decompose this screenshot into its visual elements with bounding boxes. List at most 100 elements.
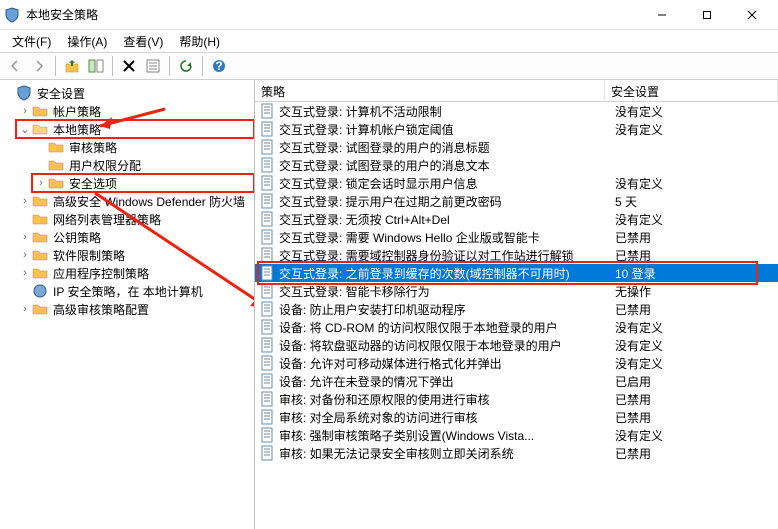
tree-ipsec[interactable]: IP 安全策略，在 本地计算机	[16, 282, 254, 300]
policy-row[interactable]: 交互式登录: 需要 Windows Hello 企业版或智能卡已禁用	[255, 228, 778, 246]
policy-row[interactable]: 设备: 允许在未登录的情况下弹出已启用	[255, 372, 778, 390]
chevron-right-icon[interactable]: ›	[34, 177, 48, 189]
policy-row[interactable]: 交互式登录: 无须按 Ctrl+Alt+Del没有定义	[255, 210, 778, 228]
policy-row[interactable]: 交互式登录: 需要域控制器身份验证以对工作站进行解锁已禁用	[255, 246, 778, 264]
chevron-down-icon[interactable]: ⌄	[18, 123, 32, 136]
policy-name: 交互式登录: 计算机不活动限制	[279, 103, 609, 120]
menu-file[interactable]: 文件(F)	[4, 31, 59, 52]
policy-row[interactable]: 交互式登录: 试图登录的用户的消息文本	[255, 156, 778, 174]
policy-row[interactable]: 设备: 允许对可移动媒体进行格式化并弹出没有定义	[255, 354, 778, 372]
policy-name: 交互式登录: 计算机帐户锁定阈值	[279, 121, 609, 138]
policy-icon	[259, 103, 275, 119]
chevron-right-icon[interactable]: ›	[18, 249, 32, 261]
maximize-button[interactable]	[684, 0, 729, 29]
policy-icon	[259, 301, 275, 317]
policy-row[interactable]: 交互式登录: 之前登录到缓存的次数(域控制器不可用时)10 登录	[255, 264, 778, 282]
policy-setting: 没有定义	[609, 103, 778, 120]
tree-security-options[interactable]: › 安全选项	[32, 174, 254, 192]
policy-row[interactable]: 交互式登录: 计算机帐户锁定阈值没有定义	[255, 120, 778, 138]
tree-defender[interactable]: › 高级安全 Windows Defender 防火墙	[16, 192, 254, 210]
tree-netlist[interactable]: 网络列表管理器策略	[16, 210, 254, 228]
tree-account-policies[interactable]: › 帐户策略	[16, 102, 254, 120]
back-button[interactable]	[4, 55, 26, 77]
policy-setting: 没有定义	[609, 319, 778, 336]
show-hide-tree-button[interactable]	[85, 55, 107, 77]
folder-icon	[48, 139, 64, 155]
folder-icon	[32, 229, 48, 245]
policy-icon	[259, 445, 275, 461]
app-icon	[4, 7, 20, 23]
policy-setting: 已禁用	[609, 229, 778, 246]
tree-local-policies[interactable]: ⌄ 本地策略	[16, 120, 254, 138]
policy-name: 交互式登录: 需要 Windows Hello 企业版或智能卡	[279, 229, 609, 246]
list-body[interactable]: 交互式登录: 计算机不活动限制没有定义交互式登录: 计算机帐户锁定阈值没有定义交…	[255, 102, 778, 529]
tree-label: 安全设置	[35, 85, 87, 102]
tree-audit-policy[interactable]: 审核策略	[32, 138, 254, 156]
refresh-button[interactable]	[175, 55, 197, 77]
chevron-right-icon[interactable]: ›	[18, 303, 32, 315]
policy-icon	[259, 175, 275, 191]
folder-icon	[32, 103, 48, 119]
policy-row[interactable]: 交互式登录: 锁定会话时显示用户信息没有定义	[255, 174, 778, 192]
policy-name: 设备: 允许对可移动媒体进行格式化并弹出	[279, 355, 609, 372]
policy-setting: 无操作	[609, 283, 778, 300]
tree-root[interactable]: 安全设置	[0, 84, 254, 102]
help-button[interactable]: ?	[208, 55, 230, 77]
policy-icon	[259, 319, 275, 335]
list-header: 策略 安全设置	[255, 80, 778, 102]
folder-icon	[32, 211, 48, 227]
policy-name: 交互式登录: 锁定会话时显示用户信息	[279, 175, 609, 192]
folder-icon	[32, 301, 48, 317]
folder-open-icon	[32, 121, 48, 137]
policy-row[interactable]: 交互式登录: 试图登录的用户的消息标题	[255, 138, 778, 156]
policy-row[interactable]: 交互式登录: 智能卡移除行为无操作	[255, 282, 778, 300]
shield-icon	[32, 283, 48, 299]
policy-name: 审核: 强制审核策略子类别设置(Windows Vista...	[279, 427, 609, 444]
tree-softrest[interactable]: › 软件限制策略	[16, 246, 254, 264]
up-button[interactable]	[61, 55, 83, 77]
menu-action[interactable]: 操作(A)	[59, 31, 115, 52]
policy-name: 交互式登录: 智能卡移除行为	[279, 283, 609, 300]
policy-row[interactable]: 交互式登录: 提示用户在过期之前更改密码5 天	[255, 192, 778, 210]
policy-icon	[259, 211, 275, 227]
column-policy[interactable]: 策略	[255, 80, 605, 101]
menu-help[interactable]: 帮助(H)	[171, 31, 228, 52]
policy-icon	[259, 229, 275, 245]
column-setting[interactable]: 安全设置	[605, 80, 778, 101]
policy-icon	[259, 427, 275, 443]
policy-setting: 没有定义	[609, 211, 778, 228]
policy-row[interactable]: 设备: 防止用户安装打印机驱动程序已禁用	[255, 300, 778, 318]
policy-row[interactable]: 审核: 对全局系统对象的访问进行审核已禁用	[255, 408, 778, 426]
policy-row[interactable]: 设备: 将软盘驱动器的访问权限仅限于本地登录的用户没有定义	[255, 336, 778, 354]
menu-view[interactable]: 查看(V)	[115, 31, 171, 52]
chevron-right-icon[interactable]: ›	[18, 231, 32, 243]
policy-row[interactable]: 审核: 强制审核策略子类别设置(Windows Vista...没有定义	[255, 426, 778, 444]
policy-row[interactable]: 设备: 将 CD-ROM 的访问权限仅限于本地登录的用户没有定义	[255, 318, 778, 336]
policy-icon	[259, 283, 275, 299]
policy-icon	[259, 337, 275, 353]
policy-setting: 没有定义	[609, 427, 778, 444]
policy-setting: 已启用	[609, 373, 778, 390]
policy-row[interactable]: 审核: 对备份和还原权限的使用进行审核已禁用	[255, 390, 778, 408]
policy-name: 设备: 将 CD-ROM 的访问权限仅限于本地登录的用户	[279, 319, 609, 336]
tree-user-rights[interactable]: 用户权限分配	[32, 156, 254, 174]
close-button[interactable]	[729, 0, 774, 29]
forward-button[interactable]	[28, 55, 50, 77]
policy-icon	[259, 247, 275, 263]
properties-button[interactable]	[142, 55, 164, 77]
policy-icon	[259, 355, 275, 371]
policy-name: 设备: 将软盘驱动器的访问权限仅限于本地登录的用户	[279, 337, 609, 354]
policy-icon	[259, 265, 275, 281]
policy-row[interactable]: 审核: 如果无法记录安全审核则立即关闭系统已禁用	[255, 444, 778, 462]
delete-button[interactable]	[118, 55, 140, 77]
policy-row[interactable]: 交互式登录: 计算机不活动限制没有定义	[255, 102, 778, 120]
policy-name: 交互式登录: 之前登录到缓存的次数(域控制器不可用时)	[279, 265, 609, 282]
tree-pubkey[interactable]: › 公钥策略	[16, 228, 254, 246]
chevron-right-icon[interactable]: ›	[18, 267, 32, 279]
minimize-button[interactable]	[639, 0, 684, 29]
chevron-right-icon[interactable]: ›	[18, 195, 32, 207]
tree-advaudit[interactable]: › 高级审核策略配置	[16, 300, 254, 318]
chevron-right-icon[interactable]: ›	[18, 105, 32, 117]
tree-appctrl[interactable]: › 应用程序控制策略	[16, 264, 254, 282]
folder-icon	[32, 265, 48, 281]
